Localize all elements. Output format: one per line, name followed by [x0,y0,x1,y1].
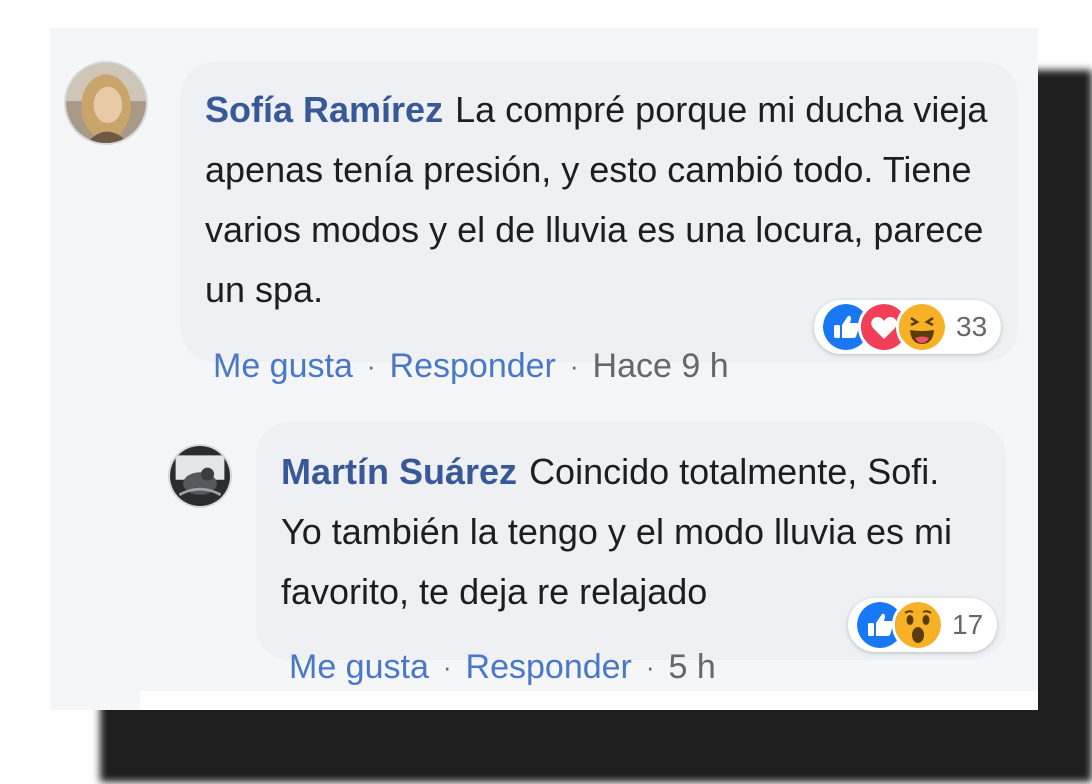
haha-icon [896,301,948,353]
avatar[interactable] [64,61,148,145]
reaction-summary[interactable]: 33 [814,300,1002,354]
reply-button[interactable]: Responder [466,648,632,687]
separator: · [645,652,655,682]
avatar[interactable] [168,444,232,508]
like-button[interactable]: Me gusta [213,347,353,386]
comment-author[interactable]: Sofía Ramírez [205,89,443,130]
separator: · [569,351,579,381]
comment-timestamp[interactable]: Hace 9 h [593,347,729,386]
avatar-photo [66,63,146,143]
reply-actions: Me gusta · Responder · 5 h [289,648,716,687]
avatar-photo [170,446,230,506]
crop-edge [50,691,140,710]
reaction-count: 17 [952,609,984,640]
separator: · [442,652,452,682]
separator: · [366,351,376,381]
reaction-count: 33 [956,311,988,342]
comment-body: Sofía Ramírez La compré porque mi ducha v… [205,80,995,320]
comment-thread: Sofía Ramírez La compré porque mi ducha v… [50,28,1038,710]
like-button[interactable]: Me gusta [289,648,429,687]
reply-body: Martín Suárez Coincido totalmente, Sofi. … [281,442,981,622]
crop-edge [50,691,1038,710]
reaction-summary[interactable]: 17 [848,598,998,652]
wow-icon [892,599,944,651]
reply-timestamp[interactable]: 5 h [669,648,716,687]
reply-author[interactable]: Martín Suárez [281,451,517,492]
reply-button[interactable]: Responder [390,347,556,386]
comment-actions: Me gusta · Responder · Hace 9 h [213,347,729,386]
